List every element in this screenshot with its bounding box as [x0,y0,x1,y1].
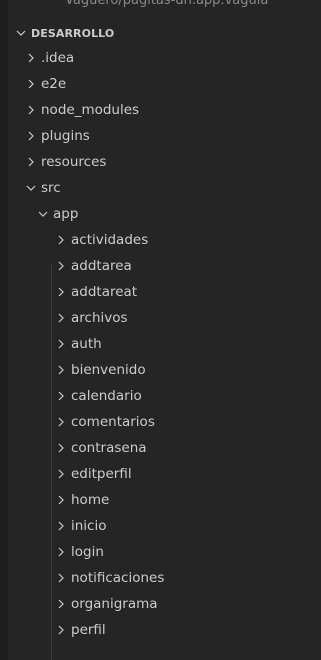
chevron-right-icon [23,128,39,144]
tree-item-label: home [71,492,110,508]
chevron-right-icon [53,336,69,352]
explorer-panel: Vaguero/pagitas-dh.app.vaguia DESARROLLO… [8,0,321,660]
chevron-right-icon [53,518,69,534]
tree-item-label: editperfil [71,466,132,482]
tree-item-label: archivos [71,310,128,326]
tree-item-idea[interactable]: .idea [8,45,321,71]
chevron-right-icon [53,362,69,378]
tree-item-label: actividades [71,232,149,248]
tree-item-perfil[interactable]: perfil [8,617,321,643]
chevron-right-icon [53,284,69,300]
tree-item-label: src [41,180,61,196]
tree-item-label: organigrama [71,596,158,612]
tree-item-login[interactable]: login [8,539,321,565]
tree-item-node-modules[interactable]: node_modules [8,97,321,123]
tree-item-comentarios[interactable]: comentarios [8,409,321,435]
section-header-desarrollo[interactable]: DESARROLLO [8,22,321,44]
tree-item-actividades[interactable]: actividades [8,227,321,253]
chevron-right-icon [53,622,69,638]
chevron-right-icon [23,102,39,118]
tree-item-auth[interactable]: auth [8,331,321,357]
chevron-right-icon [53,414,69,430]
tree-item-e2e[interactable]: e2e [8,71,321,97]
chevron-right-icon [53,388,69,404]
tree-item-addtareat[interactable]: addtareat [8,279,321,305]
tree-item-label: e2e [41,76,67,92]
tree-item-label: login [71,544,104,560]
tree-item-inicio[interactable]: inicio [8,513,321,539]
chevron-right-icon [53,544,69,560]
tree-item-archivos[interactable]: archivos [8,305,321,331]
tree-item-editperfil[interactable]: editperfil [8,461,321,487]
tree-item-label: resources [41,154,107,170]
tree-item-label: calendario [71,388,142,404]
chevron-right-icon [23,76,39,92]
tree-item-app[interactable]: app [8,201,321,227]
chevron-right-icon [53,440,69,456]
tree-item-organigrama[interactable]: organigrama [8,591,321,617]
tree-item-label: .idea [41,50,75,66]
tree-item-label: app [53,206,79,222]
tree-item-src[interactable]: src [8,175,321,201]
chevron-down-icon [35,206,51,222]
tree-item-label: comentarios [71,414,155,430]
chevron-right-icon [53,232,69,248]
section-title: DESARROLLO [31,26,115,40]
chevron-right-icon [53,310,69,326]
tree-item-addtarea[interactable]: addtarea [8,253,321,279]
tree-item-plugins[interactable]: plugins [8,123,321,149]
tree-item-contrasena[interactable]: contrasena [8,435,321,461]
chevron-down-icon [23,180,39,196]
tree-item-bienvenido[interactable]: bienvenido [8,357,321,383]
chevron-right-icon [53,492,69,508]
tree-item-calendario[interactable]: calendario [8,383,321,409]
open-editor-path: Vaguero/pagitas-dh.app.vaguia [65,0,269,8]
tree-item-label: notificaciones [71,570,165,586]
chevron-right-icon [23,154,39,170]
tree-item-resources[interactable]: resources [8,149,321,175]
tree-item-notificaciones[interactable]: notificaciones [8,565,321,591]
file-tree: .idea e2e node_modules plugins resources [8,45,321,643]
tree-item-label: addtarea [71,258,132,274]
chevron-down-icon [8,27,31,39]
chevron-right-icon [53,570,69,586]
chevron-right-icon [23,50,39,66]
tree-item-home[interactable]: home [8,487,321,513]
chevron-right-icon [53,466,69,482]
chevron-right-icon [53,258,69,274]
tree-item-label: bienvenido [71,362,146,378]
tree-item-label: addtareat [71,284,138,300]
tree-item-label: inicio [71,518,107,534]
chevron-right-icon [53,596,69,612]
activity-bar-edge [0,0,8,660]
tree-item-label: node_modules [41,102,140,118]
tree-item-label: contrasena [71,440,147,456]
tree-item-label: plugins [41,128,90,144]
tree-item-label: auth [71,336,102,352]
tree-item-label: perfil [71,622,106,638]
